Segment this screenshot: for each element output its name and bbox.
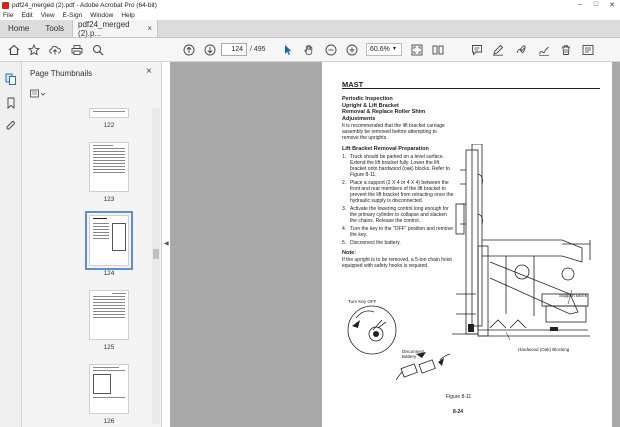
bookmark-icon[interactable] — [5, 97, 17, 109]
step-item: 3. Activate the lowering control long eno… — [342, 206, 449, 224]
thumbnail-options-icon[interactable] — [30, 89, 46, 99]
thumbnail-scrollbar[interactable] — [152, 108, 160, 424]
support-block-label: Support Block — [559, 293, 588, 298]
turn-key-label: Turn Key OFF — [348, 299, 377, 304]
close-panel-icon[interactable]: × — [146, 66, 152, 77]
home-icon[interactable] — [7, 43, 21, 57]
hardwood-label: Hardwood (Oak) Blocking — [518, 347, 570, 352]
attachment-icon[interactable] — [5, 120, 17, 132]
page-down-icon[interactable] — [203, 43, 217, 57]
close-window-button[interactable]: ✕ — [604, 1, 620, 9]
thumbnail-label: 125 — [103, 344, 115, 351]
thumbnail-label: 124 — [103, 270, 115, 277]
thumbnail-page-124[interactable] — [85, 211, 133, 270]
thumbnail-page-126[interactable] — [89, 364, 129, 414]
maximize-button[interactable]: □ — [588, 1, 604, 9]
sign-icon[interactable] — [537, 43, 551, 57]
thumbnail-scroll-thumb[interactable] — [153, 249, 159, 259]
menu-edit[interactable]: Edit — [21, 12, 32, 19]
more-tools-icon[interactable] — [581, 43, 595, 57]
page-footer-number: 8-24 — [453, 409, 464, 415]
intro-paragraph: It is recommended that the lift bracket … — [342, 123, 445, 141]
zoom-level-dropdown[interactable]: 60.6% — [366, 43, 402, 56]
figure-caption: Figure 8-11 — [446, 394, 472, 400]
procedure-steps: 1. Truck should be parked on a level surf… — [342, 154, 454, 248]
toolbar: 124 / 495 60.6% ▾ — [0, 38, 620, 62]
hand-tool-icon[interactable] — [302, 43, 316, 57]
close-tab-icon[interactable]: × — [147, 24, 152, 33]
tab-tools[interactable]: Tools — [37, 20, 72, 37]
note-title: Note: — [342, 250, 357, 256]
thumbnail-label: 122 — [103, 122, 115, 129]
collapse-panel-icon[interactable]: ◀ — [164, 240, 169, 247]
search-icon[interactable] — [91, 43, 105, 57]
highlight-pen-icon[interactable] — [491, 43, 505, 57]
step-item: 4. Turn the key to the "OFF" position and… — [342, 226, 453, 238]
page-up-icon[interactable] — [182, 43, 196, 57]
step-item: 1. Truck should be parked on a level surf… — [342, 154, 450, 178]
tab-bar: Home Tools pdf24_merged (2).p... × — [0, 20, 620, 38]
navigation-rail — [0, 62, 22, 427]
thumbnail-page-125[interactable] — [89, 290, 129, 340]
pdf-page: MAST Periodic Inspection Upright & Lift … — [322, 62, 612, 427]
heading-line: Adjustments — [342, 115, 376, 122]
note-text: If the upright is to be removed, a 5-ton… — [342, 257, 452, 269]
thumbnail-label: 126 — [103, 418, 115, 425]
comment-icon[interactable] — [470, 43, 484, 57]
page-number-input[interactable]: 124 — [221, 43, 247, 56]
thumbnail-page-122[interactable] — [89, 108, 129, 118]
step-item: 2. Place a support (2 X 4 or 4 X 4) betwe… — [342, 180, 454, 204]
fit-page-icon[interactable] — [410, 43, 424, 57]
procedure-title: Lift Bracket Removal Preparation — [342, 146, 429, 152]
menu-help[interactable]: Help — [121, 12, 134, 19]
thumbnail-page-123[interactable] — [89, 142, 129, 192]
select-cursor-icon[interactable] — [281, 43, 295, 57]
header-rule — [342, 88, 600, 89]
acrobat-icon — [2, 1, 9, 9]
draw-icon[interactable] — [514, 43, 528, 57]
page-thumbnails-panel: Page Thumbnails × 122 123 124 125 126 — [22, 62, 162, 427]
tab-document[interactable]: pdf24_merged (2).p... × — [72, 19, 159, 38]
chevron-down-icon[interactable]: ▾ — [393, 43, 396, 56]
star-icon[interactable] — [27, 43, 41, 57]
page-thumbnails-icon[interactable] — [5, 73, 17, 85]
zoom-out-icon[interactable] — [324, 43, 338, 57]
print-icon[interactable] — [70, 43, 84, 57]
disconnect-battery-label: Disconnect Battery — [402, 349, 425, 359]
menu-bar: File Edit View E-Sign Window Help — [0, 10, 620, 20]
menu-file[interactable]: File — [3, 12, 13, 19]
upload-cloud-icon[interactable] — [48, 43, 62, 57]
mast-illustration — [452, 144, 591, 341]
delete-trash-icon[interactable] — [559, 43, 573, 57]
panel-title: Page Thumbnails — [30, 69, 93, 78]
menu-esign[interactable]: E-Sign — [63, 12, 83, 19]
minimize-button[interactable]: – — [572, 1, 588, 9]
window-title: pdf24_merged (2).pdf - Adobe Acrobat Pro… — [12, 1, 157, 9]
page-layout-icon[interactable] — [431, 43, 445, 57]
menu-window[interactable]: Window — [90, 12, 113, 19]
menu-view[interactable]: View — [41, 12, 55, 19]
key-switch-illustration — [347, 305, 397, 355]
page-total: / 495 — [250, 46, 266, 53]
step-item: 5. Disconnect the battery. — [342, 240, 401, 246]
tab-home[interactable]: Home — [0, 20, 37, 37]
zoom-in-icon[interactable] — [345, 43, 359, 57]
tab-document-label: pdf24_merged (2).p... — [78, 19, 130, 38]
thumbnail-label: 123 — [103, 196, 115, 203]
document-viewport[interactable]: MAST Periodic Inspection Upright & Lift … — [170, 62, 620, 427]
title-bar: pdf24_merged (2).pdf - Adobe Acrobat Pro… — [0, 0, 620, 10]
